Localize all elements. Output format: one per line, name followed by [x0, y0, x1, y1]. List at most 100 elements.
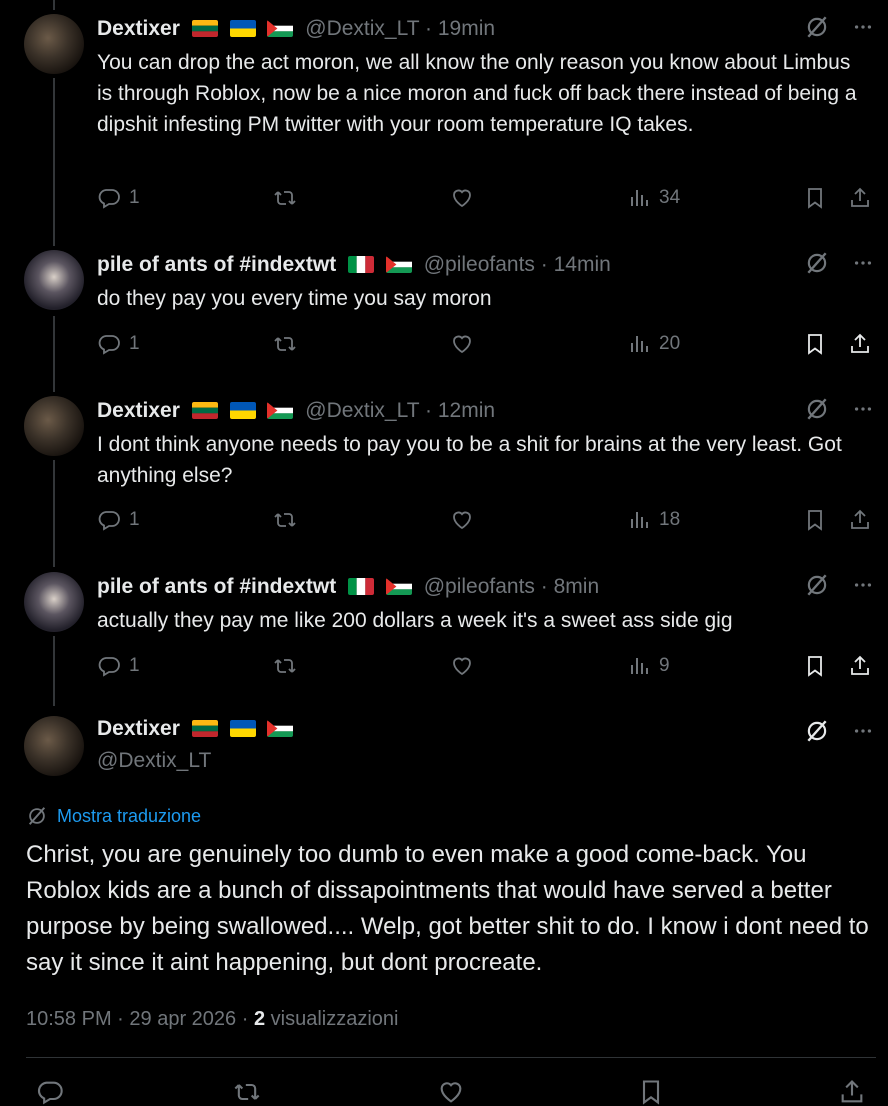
like-button[interactable]	[437, 1078, 465, 1106]
avatar[interactable]	[24, 396, 84, 456]
views-button[interactable]: 9	[627, 654, 670, 678]
palestine-flag-icon	[267, 720, 293, 737]
main-tweet-actions	[0, 1078, 888, 1105]
reply-button[interactable]: 1	[97, 654, 140, 678]
bookmark-button[interactable]	[637, 1078, 665, 1106]
grok-icon[interactable]	[804, 396, 830, 422]
grok-icon[interactable]	[804, 250, 830, 276]
avatar[interactable]	[24, 250, 84, 310]
reply-button[interactable]: 1	[97, 508, 140, 532]
like-button[interactable]	[450, 332, 474, 356]
retweet-icon	[273, 186, 297, 210]
bookmark-icon	[803, 186, 827, 210]
reply-icon	[36, 1078, 64, 1106]
views-icon	[627, 508, 651, 532]
share-icon	[848, 186, 872, 210]
timestamp[interactable]: 19min	[438, 17, 495, 40]
italy-flag-icon	[348, 578, 374, 595]
tweet-text: do they pay you every time you say moron	[97, 287, 492, 310]
tweet-time[interactable]: 10:58 PM	[26, 1008, 112, 1030]
timestamp[interactable]: 12min	[438, 399, 495, 422]
more-icon[interactable]	[852, 574, 874, 596]
share-icon	[848, 654, 872, 678]
bookmark-icon	[637, 1078, 665, 1106]
reply-button[interactable]: 1	[97, 332, 140, 356]
reply-count: 1	[129, 509, 140, 530]
views-icon	[627, 186, 651, 210]
views-button[interactable]: 20	[627, 332, 680, 356]
author-name[interactable]: pile of ants of #indextwt	[97, 575, 336, 598]
reply-button[interactable]: 1	[97, 186, 140, 210]
lithuania-flag-icon	[192, 720, 218, 737]
author-handle[interactable]: @Dextix_LT	[97, 749, 211, 773]
retweet-button[interactable]	[273, 186, 297, 210]
reply-tweet[interactable]: pile of ants of #indextwt @pileofants · …	[0, 250, 888, 370]
more-icon[interactable]	[852, 398, 874, 420]
share-button[interactable]	[838, 1078, 866, 1106]
separator: ·	[425, 399, 433, 422]
tweet-actions: 1 34	[97, 186, 875, 216]
like-icon	[437, 1078, 465, 1106]
reply-tweet[interactable]: pile of ants of #indextwt @pileofants · …	[0, 572, 888, 692]
share-button[interactable]	[848, 654, 872, 678]
translate-link[interactable]: Mostra traduzione	[26, 805, 201, 827]
tweet-actions: 1 9	[97, 654, 875, 684]
share-button[interactable]	[848, 508, 872, 532]
author-name[interactable]: Dextixer	[97, 17, 180, 40]
views-count: 2	[253, 1008, 266, 1030]
translate-icon	[26, 805, 48, 827]
like-icon	[450, 186, 474, 210]
share-button[interactable]	[848, 186, 872, 210]
reply-button[interactable]	[36, 1078, 64, 1106]
reply-icon	[97, 332, 121, 356]
author-name[interactable]: Dextixer	[97, 399, 180, 422]
palestine-flag-icon	[267, 402, 293, 419]
more-icon[interactable]	[852, 252, 874, 274]
retweet-button[interactable]	[233, 1078, 261, 1106]
reply-tweet[interactable]: Dextixer @Dextix_LT · 19min You can drop…	[0, 14, 888, 224]
author-handle[interactable]: @pileofants	[424, 253, 535, 276]
ukraine-flag-icon	[230, 20, 256, 37]
bookmark-button[interactable]	[803, 186, 827, 210]
avatar[interactable]	[24, 716, 84, 776]
retweet-icon	[273, 654, 297, 678]
author-name[interactable]: pile of ants of #indextwt	[97, 253, 336, 276]
reply-tweet[interactable]: Dextixer @Dextix_LT · 12min I dont think…	[0, 396, 888, 546]
like-icon	[450, 508, 474, 532]
tweet-date[interactable]: 29 apr 2026	[129, 1008, 236, 1030]
more-icon[interactable]	[852, 720, 874, 742]
more-icon[interactable]	[852, 16, 874, 38]
separator: ·	[540, 253, 548, 276]
views-icon	[627, 654, 651, 678]
thread-line	[53, 0, 55, 10]
timestamp[interactable]: 14min	[554, 253, 611, 276]
palestine-flag-icon	[386, 256, 412, 273]
grok-icon[interactable]	[804, 572, 830, 598]
bookmark-button[interactable]	[803, 654, 827, 678]
lithuania-flag-icon	[192, 20, 218, 37]
like-button[interactable]	[450, 508, 474, 532]
author-handle[interactable]: @Dextix_LT	[305, 17, 419, 40]
views-button[interactable]: 34	[627, 186, 680, 210]
tweet-text: I dont think anyone needs to pay you to …	[97, 433, 842, 487]
bookmark-button[interactable]	[803, 332, 827, 356]
share-icon	[848, 508, 872, 532]
avatar[interactable]	[24, 14, 84, 74]
grok-icon[interactable]	[804, 718, 830, 744]
retweet-button[interactable]	[273, 508, 297, 532]
like-button[interactable]	[450, 654, 474, 678]
grok-icon[interactable]	[804, 14, 830, 40]
timestamp[interactable]: 8min	[554, 575, 600, 598]
views-button[interactable]: 18	[627, 508, 680, 532]
retweet-button[interactable]	[273, 654, 297, 678]
like-button[interactable]	[450, 186, 474, 210]
bookmark-button[interactable]	[803, 508, 827, 532]
avatar[interactable]	[24, 572, 84, 632]
share-button[interactable]	[848, 332, 872, 356]
author-handle[interactable]: @Dextix_LT	[305, 399, 419, 422]
reply-icon	[97, 654, 121, 678]
author-handle[interactable]: @pileofants	[424, 575, 535, 598]
views-count: 18	[659, 509, 681, 530]
retweet-button[interactable]	[273, 332, 297, 356]
author-name[interactable]: Dextixer	[97, 717, 180, 740]
